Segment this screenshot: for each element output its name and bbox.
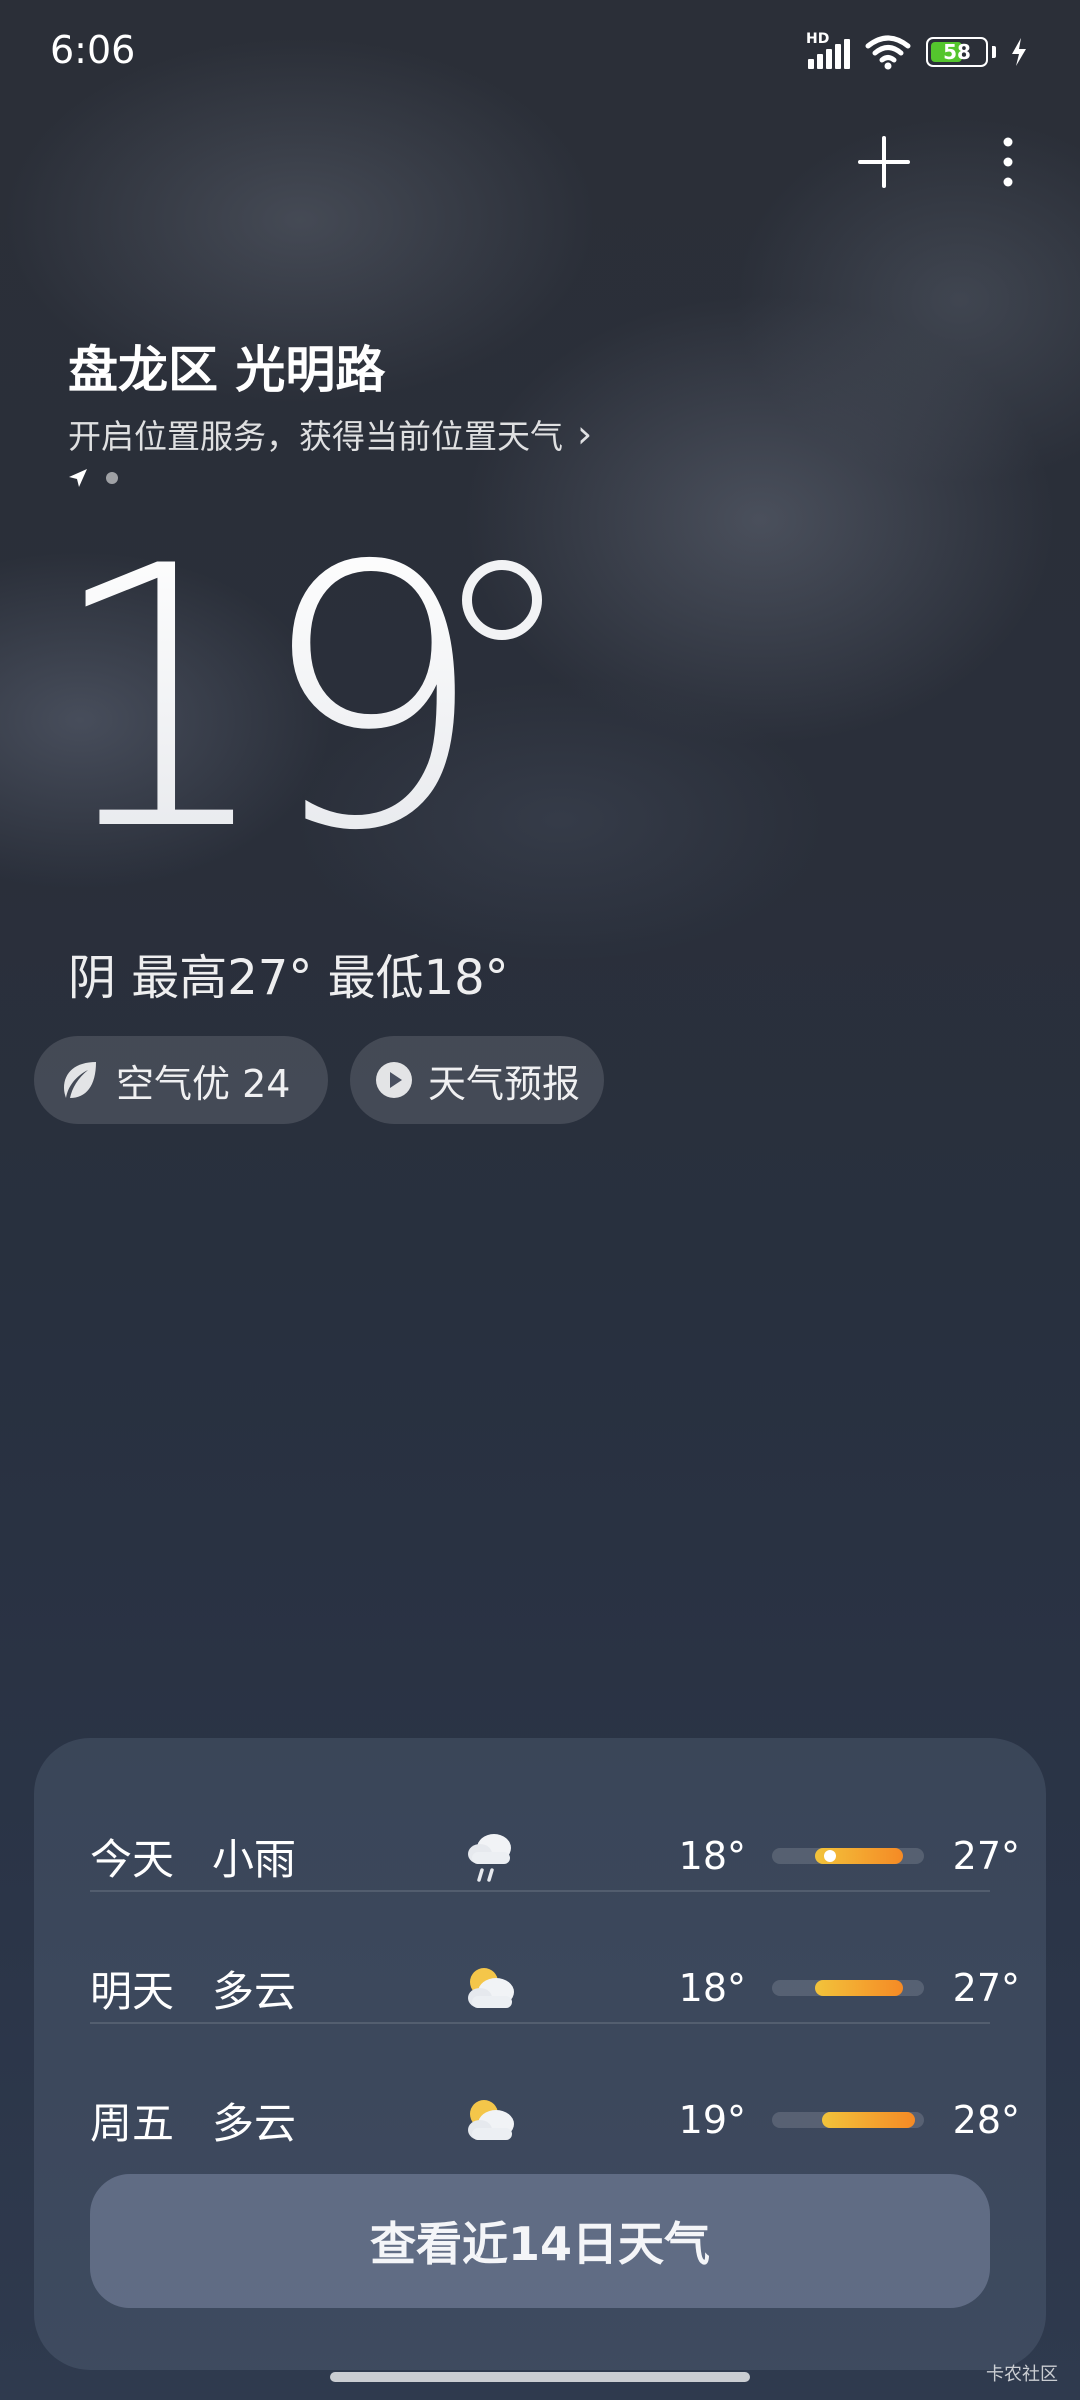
status-icons: HD 58	[806, 31, 1028, 70]
location-hint-text: 开启位置服务，获得当前位置天气	[68, 417, 563, 456]
current-temperature: 19	[46, 490, 486, 909]
forecast-high: 27°	[952, 1966, 1020, 2010]
forecast-row[interactable]: 明天 多云 18° 27°	[90, 1922, 1020, 2054]
forecast-day: 周五	[90, 2098, 175, 2148]
forecast-low: 18°	[678, 1834, 746, 1878]
top-actions	[852, 130, 1040, 194]
hd-signal-icon: HD	[806, 31, 850, 69]
light-rain-icon	[462, 1826, 522, 1886]
air-quality-chip[interactable]: 空气优 24	[34, 1036, 328, 1124]
forecast-day: 今天	[90, 1834, 175, 1884]
current-temperature-marker	[823, 1850, 836, 1862]
battery-cap	[992, 46, 996, 58]
forecast-day: 明天	[90, 1966, 175, 2016]
temperature-range-fill	[814, 1980, 903, 1996]
enable-location-link[interactable]: 开启位置服务，获得当前位置天气 ›	[68, 410, 592, 458]
battery-icon: 58	[926, 37, 988, 67]
play-circle-icon	[376, 1062, 412, 1098]
view-14-day-forecast-button[interactable]: 查看近14日天气	[90, 2174, 990, 2308]
divider	[90, 1890, 990, 1892]
city-page-indicator	[68, 468, 118, 488]
location-arrow-icon	[69, 469, 87, 487]
partly-cloudy-icon	[462, 1958, 522, 2018]
temperature-range-bar	[772, 2112, 924, 2128]
forecast-condition: 小雨	[212, 1834, 297, 1884]
forecast-low: 18°	[678, 1966, 746, 2010]
weather-summary: 阴 最高27° 最低18°	[68, 950, 509, 1006]
weather-forecast-chip[interactable]: 天气预报	[350, 1036, 604, 1124]
forecast-condition: 多云	[212, 1966, 297, 2016]
degree-symbol	[462, 560, 542, 640]
forecast-card: 今天 小雨 18° 27° 明天 多云 18° 27° 周五 多云 19° 28…	[34, 1738, 1046, 2370]
forecast-low: 19°	[678, 2098, 746, 2142]
page-dot	[106, 472, 118, 484]
air-quality-label: 空气优 24	[116, 1061, 291, 1106]
temperature-range-bar	[772, 1980, 924, 1996]
weather-forecast-label: 天气预报	[428, 1061, 581, 1106]
status-time: 6:06	[50, 28, 136, 72]
location-title: 盘龙区 光明路	[68, 341, 386, 399]
leaf-icon	[64, 1062, 96, 1098]
more-options-button[interactable]	[976, 130, 1040, 194]
wifi-icon	[865, 35, 911, 70]
hd-label: HD	[806, 31, 830, 47]
status-bar: 6:06 HD 58	[0, 0, 1080, 100]
more-vertical-icon	[1003, 137, 1013, 187]
divider	[90, 2022, 990, 2024]
forecast-row[interactable]: 周五 多云 19° 28°	[90, 2054, 1020, 2186]
add-city-button[interactable]	[852, 130, 916, 194]
partly-cloudy-icon	[462, 2090, 522, 2150]
watermark: 卡农社区	[986, 2364, 1058, 2385]
temperature-range-bar	[772, 1848, 924, 1864]
home-indicator[interactable]	[330, 2372, 750, 2382]
charging-icon	[1012, 38, 1026, 66]
forecast-high: 27°	[952, 1834, 1020, 1878]
forecast-row[interactable]: 今天 小雨 18° 27°	[90, 1790, 1020, 1922]
forecast-high: 28°	[952, 2098, 1020, 2142]
plus-icon	[858, 136, 910, 188]
forecast-condition: 多云	[212, 2098, 297, 2148]
temperature-range-fill	[822, 2112, 915, 2128]
battery-level: 58	[943, 40, 971, 64]
chevron-right-icon: ›	[577, 412, 593, 456]
